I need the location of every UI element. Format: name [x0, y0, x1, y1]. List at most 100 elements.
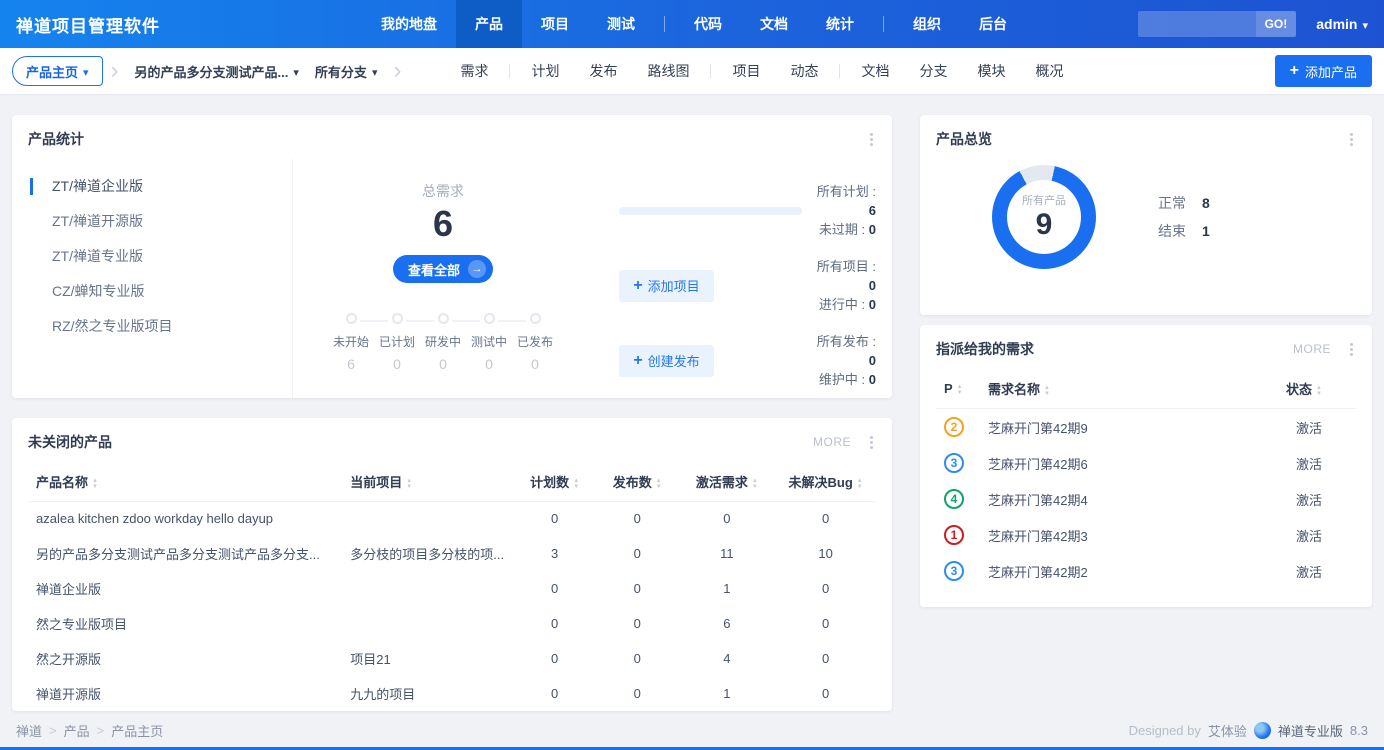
nav-item-product[interactable]: 产品 — [456, 0, 522, 48]
more-link[interactable]: MORE — [813, 435, 851, 449]
product-name-link[interactable]: 禅道开源版 — [36, 687, 101, 702]
nav-item-report[interactable]: 统计 — [807, 0, 873, 48]
col-header-releases[interactable]: 发布数 — [596, 462, 679, 502]
user-menu[interactable]: admin — [1316, 16, 1368, 32]
product-name-link[interactable]: 然之开源版 — [36, 652, 101, 667]
timeline-value[interactable]: 6 — [347, 356, 355, 372]
tab-story[interactable]: 需求 — [445, 48, 503, 94]
branch-selector[interactable]: 所有分支 — [315, 62, 378, 81]
project-name-link[interactable]: 多分枝的项目多分枝的项... — [350, 547, 504, 562]
timeline-label[interactable]: 已计划 — [379, 333, 415, 350]
story-name-link[interactable]: 芝麻开门第42期6 — [988, 457, 1088, 472]
product-name-link[interactable]: 另的产品多分支测试产品多分支测试产品多分支... — [36, 547, 320, 562]
legend-row: 正常 8 — [1158, 189, 1210, 217]
donut-legend: 正常 8 结束 1 — [1158, 189, 1210, 245]
project-name-link[interactable]: 九九的项目 — [350, 687, 415, 702]
add-project-button[interactable]: 添加项目 — [619, 270, 714, 302]
nav-item-admin-panel[interactable]: 后台 — [960, 0, 1026, 48]
product-list-item[interactable]: ZT/禅道企业版 — [28, 169, 292, 204]
product-home-pill[interactable]: 产品主页 — [12, 56, 103, 86]
view-all-button[interactable]: 查看全部 — [393, 255, 493, 283]
project-name-link[interactable]: 项目21 — [350, 652, 390, 667]
footer-breadcrumb-product-home[interactable]: 产品主页 — [111, 721, 163, 740]
col-header-current-project[interactable]: 当前项目 — [342, 462, 513, 502]
more-link[interactable]: MORE — [1293, 342, 1331, 356]
app-logo[interactable]: 禅道项目管理软件 — [16, 12, 362, 37]
timeline-label[interactable]: 已发布 — [517, 333, 553, 350]
version-number: 8.3 — [1350, 723, 1368, 738]
nav-item-my-dashboard[interactable]: 我的地盘 — [362, 0, 456, 48]
version-name: 禅道专业版 — [1278, 721, 1343, 740]
product-selector[interactable]: 另的产品多分支测试产品... — [135, 62, 299, 81]
story-name-link[interactable]: 芝麻开门第42期9 — [988, 421, 1088, 436]
assigned-stories-panel: 指派给我的需求 MORE P 需求名称 状态 2 — [920, 325, 1372, 607]
product-list-item[interactable]: ZT/禅道开源版 — [28, 204, 292, 239]
product-list-item[interactable]: ZT/禅道专业版 — [28, 239, 292, 274]
timeline-value[interactable]: 0 — [439, 356, 447, 372]
col-header-unresolved-bugs[interactable]: 未解决Bug — [775, 462, 876, 502]
tab-plan[interactable]: 计划 — [516, 48, 574, 94]
active-stories-count: 6 — [679, 606, 776, 641]
tab-release[interactable]: 发布 — [574, 48, 632, 94]
nav-item-org[interactable]: 组织 — [894, 0, 960, 48]
story-total-value: 6 — [433, 203, 453, 245]
col-header-plans[interactable]: 计划数 — [513, 462, 596, 502]
col-header-active-stories[interactable]: 激活需求 — [679, 462, 776, 502]
tab-dynamic[interactable]: 动态 — [775, 48, 833, 94]
sort-icon — [573, 478, 579, 490]
releases-count: 0 — [596, 606, 679, 641]
panel-header: 未关闭的产品 MORE — [12, 418, 892, 460]
search-go-button[interactable]: GO! — [1256, 11, 1297, 37]
secondary-toolbar: 产品主页 另的产品多分支测试产品... 所有分支 需求 计划 发布 路线图 项目… — [0, 48, 1384, 95]
tab-overview[interactable]: 概况 — [1020, 48, 1078, 94]
stat-line: 进行中0 — [806, 295, 876, 314]
product-name-link[interactable]: 禅道企业版 — [36, 582, 101, 597]
product-name-link[interactable]: azalea kitchen zdoo workday hello dayup — [36, 511, 273, 526]
col-header-story-name[interactable]: 需求名称 — [980, 369, 1252, 409]
priority-badge: 3 — [944, 561, 964, 581]
unresolved-bugs-count: 0 — [775, 676, 876, 711]
add-product-button[interactable]: 添加产品 — [1275, 55, 1372, 87]
kebab-menu-icon[interactable] — [1347, 130, 1356, 149]
story-name-link[interactable]: 芝麻开门第42期3 — [988, 529, 1088, 544]
story-name-link[interactable]: 芝麻开门第42期2 — [988, 565, 1088, 580]
view-all-label: 查看全部 — [408, 260, 460, 279]
tab-project[interactable]: 项目 — [717, 48, 775, 94]
nav-item-code[interactable]: 代码 — [675, 0, 741, 48]
timeline-value[interactable]: 0 — [393, 356, 401, 372]
search-input[interactable] — [1138, 11, 1256, 37]
tab-module[interactable]: 模块 — [962, 48, 1020, 94]
col-header-priority[interactable]: P — [936, 369, 980, 409]
panel-title: 产品统计 — [28, 129, 84, 149]
col-header-status[interactable]: 状态 — [1252, 369, 1356, 409]
plus-icon — [633, 353, 642, 369]
kebab-menu-icon[interactable] — [867, 130, 876, 149]
col-header-product-name[interactable]: 产品名称 — [28, 462, 342, 502]
timeline-value[interactable]: 0 — [531, 356, 539, 372]
footer-right: Designed by 艾体验 禅道专业版 8.3 — [1129, 721, 1368, 740]
donut-center-label: 所有产品 — [1022, 192, 1066, 208]
product-selector-label: 另的产品多分支测试产品... — [135, 62, 289, 81]
product-list-item[interactable]: RZ/然之专业版项目 — [28, 309, 292, 344]
nav-item-test[interactable]: 测试 — [588, 0, 654, 48]
nav-item-project[interactable]: 项目 — [522, 0, 588, 48]
unresolved-bugs-count: 0 — [775, 606, 876, 641]
footer-breadcrumb-product[interactable]: 产品 — [64, 721, 90, 740]
footer-breadcrumb-home[interactable]: 禅道 — [16, 721, 42, 740]
designer-link[interactable]: 艾体验 — [1208, 721, 1247, 740]
tab-branch[interactable]: 分支 — [904, 48, 962, 94]
timeline-label[interactable]: 未开始 — [333, 333, 369, 350]
priority-badge: 3 — [944, 453, 964, 473]
tab-doc[interactable]: 文档 — [846, 48, 904, 94]
story-name-link[interactable]: 芝麻开门第42期4 — [988, 493, 1088, 508]
timeline-label[interactable]: 研发中 — [425, 333, 461, 350]
tab-roadmap[interactable]: 路线图 — [632, 48, 704, 94]
nav-item-doc[interactable]: 文档 — [741, 0, 807, 48]
kebab-menu-icon[interactable] — [1347, 340, 1356, 359]
create-release-button[interactable]: 创建发布 — [619, 345, 714, 377]
product-list-item[interactable]: CZ/蝉知专业版 — [28, 274, 292, 309]
product-name-link[interactable]: 然之专业版项目 — [36, 617, 127, 632]
timeline-value[interactable]: 0 — [485, 356, 493, 372]
timeline-label[interactable]: 测试中 — [471, 333, 507, 350]
kebab-menu-icon[interactable] — [867, 433, 876, 452]
